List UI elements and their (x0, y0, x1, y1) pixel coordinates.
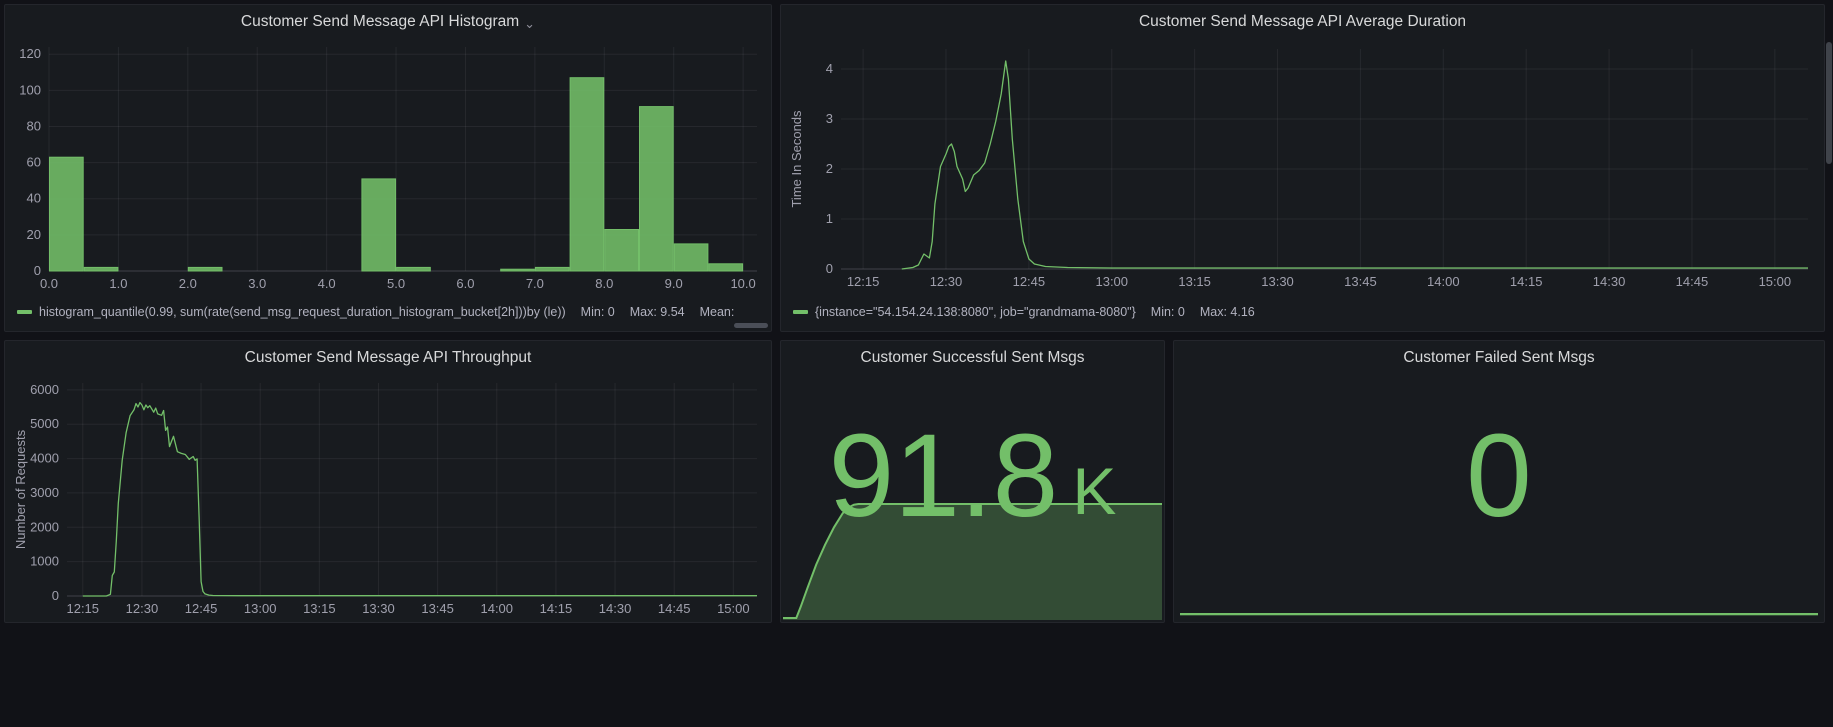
svg-text:0: 0 (826, 261, 833, 276)
panel-header-histogram[interactable]: Customer Send Message API Histogram ⌄ (5, 5, 771, 39)
stat-number: 91.8 (829, 417, 1059, 535)
svg-text:14:15: 14:15 (1510, 274, 1543, 289)
svg-text:Time In Seconds: Time In Seconds (789, 110, 804, 208)
svg-text:2000: 2000 (30, 519, 59, 534)
svg-text:14:00: 14:00 (1427, 274, 1460, 289)
panel-header-failed[interactable]: Customer Failed Sent Msgs (1174, 341, 1824, 375)
svg-text:3.0: 3.0 (248, 276, 266, 291)
series-color-icon[interactable] (793, 310, 808, 314)
panel-throughput: Customer Send Message API Throughput 12:… (4, 340, 772, 623)
svg-text:13:45: 13:45 (421, 601, 454, 616)
svg-text:10.0: 10.0 (730, 276, 755, 291)
svg-text:1: 1 (826, 211, 833, 226)
svg-text:60: 60 (27, 155, 41, 170)
svg-text:13:00: 13:00 (244, 601, 277, 616)
svg-text:13:00: 13:00 (1095, 274, 1128, 289)
svg-text:6.0: 6.0 (456, 276, 474, 291)
svg-text:13:45: 13:45 (1344, 274, 1377, 289)
panel-title-average-duration[interactable]: Customer Send Message API Average Durati… (1139, 13, 1466, 31)
svg-text:14:00: 14:00 (480, 601, 513, 616)
svg-text:4000: 4000 (30, 451, 59, 466)
svg-text:6000: 6000 (30, 382, 59, 397)
histogram-chart[interactable]: 0.0 1.0 2.0 3.0 4.0 5.0 6.0 7.0 8.0 9.0 10.0 0 20 40 6… (11, 39, 765, 293)
svg-text:13:30: 13:30 (362, 601, 395, 616)
stat-value-successful: 91.8K (781, 377, 1164, 574)
panel-average-duration: Customer Send Message API Average Durati… (780, 4, 1825, 332)
legend-histogram: histogram_quantile(0.99, sum(rate(send_m… (17, 302, 763, 322)
svg-text:20: 20 (27, 227, 41, 242)
svg-text:8.0: 8.0 (595, 276, 613, 291)
svg-text:12:30: 12:30 (930, 274, 963, 289)
series-label[interactable]: histogram_quantile(0.99, sum(rate(send_m… (39, 305, 566, 319)
svg-text:4.0: 4.0 (318, 276, 336, 291)
svg-text:15:00: 15:00 (1759, 274, 1792, 289)
svg-text:120: 120 (19, 46, 41, 61)
page-scrollbar[interactable] (1825, 0, 1833, 727)
svg-text:13:30: 13:30 (1261, 274, 1294, 289)
panel-successful-sent-msgs: Customer Successful Sent Msgs 91.8K (780, 340, 1165, 623)
svg-text:0: 0 (52, 588, 59, 603)
svg-text:3: 3 (826, 111, 833, 126)
svg-text:80: 80 (27, 118, 41, 133)
stat-value-failed: 0 (1174, 377, 1824, 574)
svg-text:12:15: 12:15 (847, 274, 880, 289)
legend-mean: Mean: (700, 305, 735, 319)
panel-title-throughput[interactable]: Customer Send Message API Throughput (245, 349, 532, 367)
panel-histogram: Customer Send Message API Histogram ⌄ 0.… (4, 4, 772, 332)
stat-number: 0 (1466, 417, 1532, 535)
panel-title-failed[interactable]: Customer Failed Sent Msgs (1403, 349, 1594, 367)
svg-text:12:15: 12:15 (66, 601, 99, 616)
legend-min: Min: 0 (1151, 305, 1185, 319)
svg-text:2.0: 2.0 (179, 276, 197, 291)
panel-header-throughput[interactable]: Customer Send Message API Throughput (5, 341, 771, 375)
series-color-icon[interactable] (17, 310, 32, 314)
svg-text:14:30: 14:30 (599, 601, 632, 616)
svg-text:14:15: 14:15 (540, 601, 573, 616)
svg-text:12:45: 12:45 (1013, 274, 1046, 289)
panel-header-average-duration[interactable]: Customer Send Message API Average Durati… (781, 5, 1824, 39)
svg-text:15:00: 15:00 (717, 601, 750, 616)
svg-text:5.0: 5.0 (387, 276, 405, 291)
svg-text:13:15: 13:15 (303, 601, 336, 616)
svg-text:1.0: 1.0 (109, 276, 127, 291)
panel-title-successful[interactable]: Customer Successful Sent Msgs (861, 349, 1085, 367)
svg-text:2: 2 (826, 161, 833, 176)
svg-text:4: 4 (826, 61, 833, 76)
stat-sparkline-failed (1180, 592, 1818, 616)
svg-text:7.0: 7.0 (526, 276, 544, 291)
svg-text:0: 0 (34, 263, 41, 278)
svg-text:0.0: 0.0 (40, 276, 58, 291)
legend-max: Max: 4.16 (1200, 305, 1255, 319)
svg-text:3000: 3000 (30, 485, 59, 500)
svg-text:12:45: 12:45 (185, 601, 218, 616)
legend-average-duration: {instance="54.154.24.138:8080", job="gra… (793, 302, 1816, 322)
panel-header-successful[interactable]: Customer Successful Sent Msgs (781, 341, 1164, 375)
svg-text:12:30: 12:30 (126, 601, 159, 616)
svg-text:13:15: 13:15 (1178, 274, 1211, 289)
svg-text:5000: 5000 (30, 416, 59, 431)
series-label[interactable]: {instance="54.154.24.138:8080", job="gra… (815, 305, 1136, 319)
chevron-down-icon[interactable]: ⌄ (524, 17, 535, 30)
stat-unit-suffix: K (1072, 458, 1116, 524)
svg-text:Number of Requests: Number of Requests (13, 429, 28, 549)
svg-text:40: 40 (27, 191, 41, 206)
svg-text:14:30: 14:30 (1593, 274, 1626, 289)
svg-text:14:45: 14:45 (658, 601, 691, 616)
panel-title-histogram[interactable]: Customer Send Message API Histogram (241, 13, 519, 31)
throughput-chart[interactable]: 12:15 12:30 12:45 13:00 13:15 13:30 13:45 14:00… (11, 375, 765, 618)
panel-failed-sent-msgs: Customer Failed Sent Msgs 0 (1173, 340, 1825, 623)
legend-scrollbar[interactable] (734, 323, 768, 328)
legend-max: Max: 9.54 (630, 305, 685, 319)
scrollbar-thumb[interactable] (1826, 42, 1832, 164)
svg-text:9.0: 9.0 (665, 276, 683, 291)
svg-text:100: 100 (19, 82, 41, 97)
svg-text:1000: 1000 (30, 554, 59, 569)
legend-min: Min: 0 (581, 305, 615, 319)
svg-text:14:45: 14:45 (1676, 274, 1709, 289)
average-duration-chart[interactable]: 12:15 12:30 12:45 13:00 13:15 13:30 13:45 14:00… (787, 39, 1818, 293)
